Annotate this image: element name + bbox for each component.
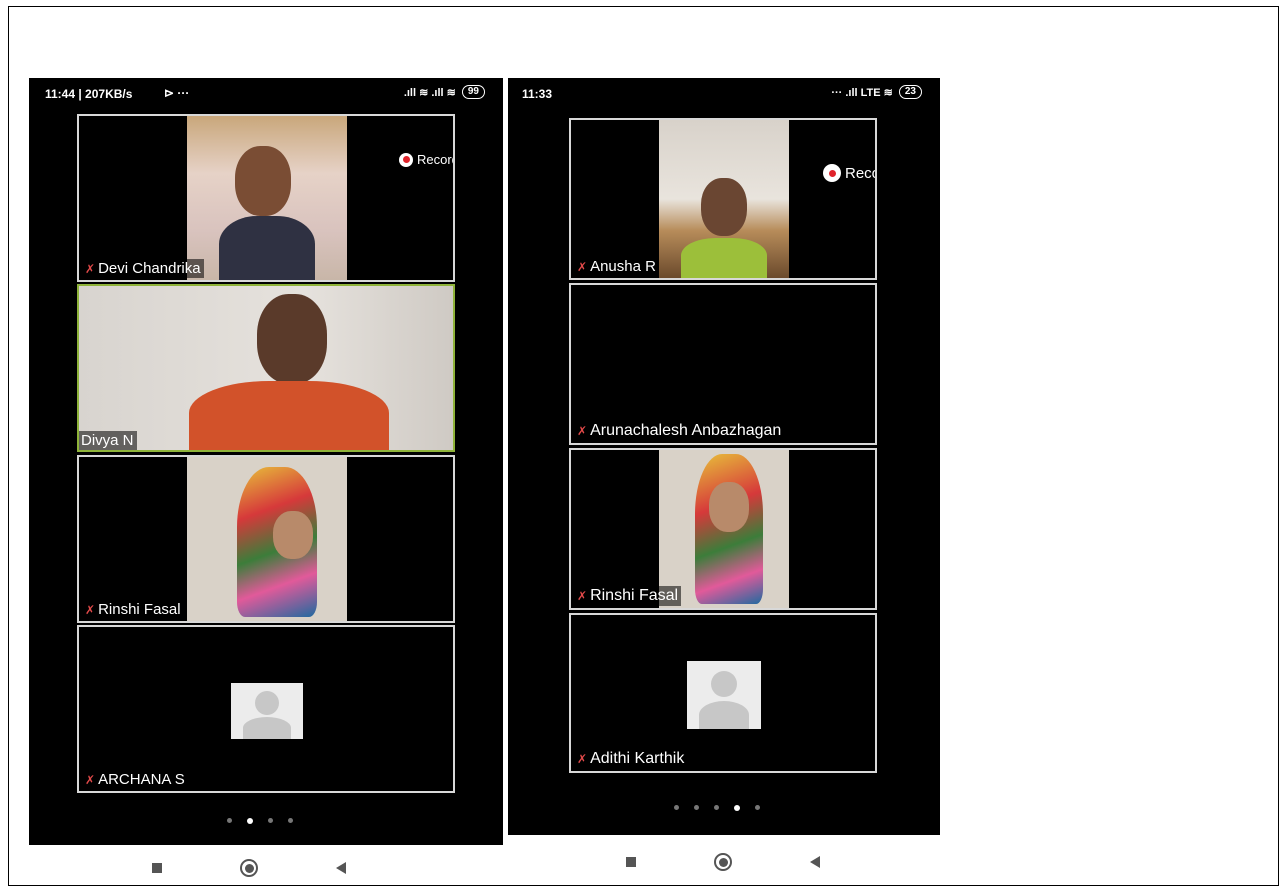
status-time: 11:33 <box>522 87 553 101</box>
left-navigation-bar <box>152 859 346 877</box>
status-bar: 11:44 | 207KB/s ⊳ ··· .ıll ≋ .ıll ≋ 99 <box>29 78 503 108</box>
page-dot[interactable] <box>268 818 273 823</box>
participant-video <box>187 457 347 621</box>
participant-video <box>659 450 789 608</box>
participant-name: ✗ Rinshi Fasal <box>575 586 682 606</box>
recording-icon <box>823 164 841 182</box>
muted-mic-icon: ✗ <box>577 752 588 766</box>
battery-icon: 99 <box>461 85 485 99</box>
participant-name: ✗ Arunachalesh Anbazhagan <box>575 421 785 441</box>
status-time: 11:44 | 207KB/s <box>45 87 133 101</box>
status-indicators: ··· .ıll LTE ≋ 23 <box>831 85 922 99</box>
home-icon[interactable] <box>240 859 258 877</box>
left-phone-screen: 11:44 | 207KB/s ⊳ ··· .ıll ≋ .ıll ≋ 99 R… <box>29 78 503 845</box>
back-icon[interactable] <box>810 856 820 868</box>
participant-tile[interactable]: ✗ Rinshi Fasal <box>569 448 877 610</box>
participant-tile[interactable]: Recording ✗Devi Chandrika <box>77 114 455 282</box>
recording-indicator: Recording <box>399 152 453 167</box>
page-dot-active[interactable] <box>247 817 253 824</box>
battery-icon: 23 <box>898 85 922 99</box>
participant-tile[interactable]: ✗ ARCHANA S <box>77 625 455 793</box>
muted-mic-icon: ✗ <box>577 589 588 603</box>
page-dot[interactable] <box>227 818 232 823</box>
muted-mic-icon: ✗ <box>85 773 96 787</box>
participant-video <box>79 286 453 450</box>
back-icon[interactable] <box>336 862 346 874</box>
participant-tile-active-speaker[interactable]: Divya N <box>77 284 455 452</box>
status-bar: 11:33 ··· .ıll LTE ≋ 23 <box>508 78 940 108</box>
default-avatar-icon <box>231 683 303 739</box>
page-dot-active[interactable] <box>734 804 740 811</box>
participant-video <box>187 116 347 280</box>
recording-label: Recording <box>417 152 453 167</box>
right-phone-screen: 11:33 ··· .ıll LTE ≋ 23 Recording ✗Anush… <box>508 78 940 835</box>
recording-icon <box>399 152 413 167</box>
right-navigation-bar <box>626 853 820 871</box>
recent-apps-icon[interactable] <box>152 863 162 873</box>
participant-tile[interactable]: Recording ✗Anusha R <box>569 118 877 280</box>
page-dot[interactable] <box>288 818 293 823</box>
page-dot[interactable] <box>674 805 679 810</box>
page-dot[interactable] <box>694 805 699 810</box>
signal-icon: .ıll ≋ .ıll ≋ <box>403 86 456 99</box>
default-avatar-icon <box>687 661 761 729</box>
participant-tile[interactable]: ✗ Adithi Karthik <box>569 613 877 773</box>
participant-name: Divya N <box>79 431 137 450</box>
recent-apps-icon[interactable] <box>626 857 636 867</box>
muted-mic-icon: ✗ <box>577 260 588 274</box>
recording-indicator: Recording <box>823 164 877 182</box>
participant-video <box>659 120 789 278</box>
participant-tile[interactable]: ✗ Arunachalesh Anbazhagan <box>569 283 877 445</box>
participant-name: ✗ Devi Chandrika <box>83 259 204 278</box>
recording-label: Recording <box>845 164 877 182</box>
page-indicator <box>227 817 293 824</box>
page-dot[interactable] <box>714 805 719 810</box>
participant-name: ✗ Rinshi Fasal <box>83 600 184 619</box>
muted-mic-icon: ✗ <box>85 262 96 276</box>
participant-name: ✗ Adithi Karthik <box>575 749 688 769</box>
status-indicators: .ıll ≋ .ıll ≋ 99 <box>404 85 485 99</box>
home-icon[interactable] <box>714 853 732 871</box>
participant-tile[interactable]: ✗ Rinshi Fasal <box>77 455 455 623</box>
muted-mic-icon: ✗ <box>577 424 588 438</box>
participant-name: ✗ ARCHANA S <box>83 770 188 789</box>
muted-mic-icon: ✗ <box>85 603 96 617</box>
page-indicator <box>674 804 760 811</box>
status-notification-icons: ⊳ ··· <box>164 86 190 100</box>
participant-name: ✗ Anusha R <box>575 257 659 276</box>
page-dot[interactable] <box>755 805 760 810</box>
signal-icon: ··· .ıll LTE ≋ <box>831 86 893 99</box>
